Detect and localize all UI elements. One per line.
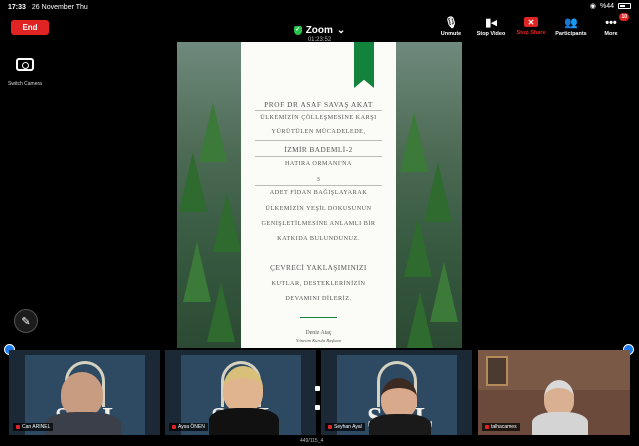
participant-face (223, 366, 263, 412)
meeting-toolbar: 🎙 Unmute ▮◂ Stop Video ✕ Stop Share 👥 Pa… (431, 13, 631, 37)
annotate-button[interactable]: ✎ (14, 309, 38, 333)
participant-tile[interactable]: talhacames (478, 350, 630, 435)
participant-name-tag: Can ARINEL (13, 423, 54, 431)
certificate-place: İZMİR BADEMLİ-2 (284, 146, 353, 154)
stop-share-label: Stop Share (516, 30, 546, 36)
participant-body (532, 412, 588, 435)
certificate-signer-title: Yönetim Kurulu Başkanı (295, 338, 342, 343)
certificate-line: ÇEVRECİ YAKLAŞIMINIZI (270, 264, 367, 272)
camera-switch-icon (16, 58, 34, 71)
strip-indicators (315, 386, 321, 424)
forest-left-image (177, 42, 243, 348)
mic-muted-icon: 🎙 (444, 17, 458, 29)
meeting-title[interactable]: ✓ Zoom ⌄ (293, 25, 346, 36)
mic-muted-icon (485, 425, 489, 429)
certificate-line: ADET FİDAN BAĞIŞLAYARAK (269, 189, 368, 196)
ribbon-icon (354, 42, 374, 88)
certificate-signer: Deniz Ataç (305, 330, 332, 336)
participant-name: Can ARINEL (22, 424, 51, 430)
status-indicators: ◉ %44 (590, 2, 631, 10)
certificate-line: ÜLKEMİZİN YEŞİL DOKUSUNUN (265, 205, 372, 212)
forest-right-image (396, 42, 462, 348)
more-badge: 10 (619, 13, 629, 21)
mic-muted-icon (328, 425, 332, 429)
certificate-line: GENİŞLETİLMESİNE ANLAMLI BİR (261, 220, 376, 227)
participant-tile[interactable]: SKL Can ARINEL (9, 350, 160, 435)
mic-muted-icon (16, 425, 20, 429)
participants-button[interactable]: 👥 Participants (551, 16, 591, 37)
switch-camera-label: Switch Camera (8, 81, 42, 87)
participant-name: Aysa ÖNEN (178, 424, 205, 430)
participant-body (369, 414, 431, 435)
footer-text: 449/115_4 (300, 438, 324, 444)
wifi-icon: ◉ (589, 3, 596, 10)
certificate-line: YÜRÜTÜLEN MÜCADELEDE, (271, 128, 366, 135)
mic-muted-icon (172, 425, 176, 429)
battery-percent: %44 (599, 2, 614, 10)
indicator-icon (315, 386, 320, 391)
switch-camera-button[interactable]: Switch Camera (6, 58, 44, 87)
more-button[interactable]: 10 ••• More (591, 13, 631, 37)
certificate-recipient: PROF DR ASAF SAVAŞ AKAT (264, 100, 373, 109)
chevron-down-icon: ⌄ (336, 25, 346, 36)
more-icon: ••• (605, 16, 617, 29)
participant-body (209, 408, 279, 435)
shield-icon: ✓ (293, 26, 302, 35)
participant-tile[interactable]: SKL Seyhan Ayal (321, 350, 472, 435)
shared-screen: PROF DR ASAF SAVAŞ AKAT ÜLKEMİZİN ÇÖLLEŞ… (177, 42, 462, 348)
stop-share-button[interactable]: ✕ Stop Share (511, 16, 551, 37)
certificate-line: KATKIDA BULUNDUNUZ. (277, 235, 360, 242)
certificate-line: KUTLAR, DESTEKLERİNİZİN (271, 280, 366, 287)
share-stop-icon: ✕ (524, 17, 538, 27)
participants-icon: 👥 (564, 17, 578, 29)
participants-label: Participants (555, 31, 587, 37)
video-icon: ▮◂ (485, 17, 497, 29)
participant-tile[interactable]: SKL Aysa ÖNEN (165, 350, 316, 435)
certificate: PROF DR ASAF SAVAŞ AKAT ÜLKEMİZİN ÇÖLLEŞ… (241, 42, 396, 348)
battery-icon (618, 3, 631, 9)
participant-face (544, 380, 574, 416)
stop-video-button[interactable]: ▮◂ Stop Video (471, 16, 511, 37)
status-time: 17:33 (8, 3, 26, 11)
participant-name-tag: talhacames (482, 423, 520, 431)
certificate-line: DEVAMINI DİLERİZ. (285, 295, 352, 302)
indicator-icon (315, 405, 320, 410)
participant-name: talhacames (491, 424, 517, 430)
unmute-label: Unmute (440, 31, 462, 37)
app-title: Zoom (305, 25, 333, 36)
unmute-button[interactable]: 🎙 Unmute (431, 16, 471, 37)
more-label: More (604, 31, 618, 37)
picture-frame (486, 356, 508, 386)
participant-face (381, 378, 417, 418)
certificate-line: ÜLKEMİZİN ÇÖLLEŞMESİNE KARŞI (260, 114, 377, 121)
certificate-count: 3 (316, 176, 321, 183)
pen-icon: ✎ (21, 315, 31, 328)
participant-name: Seyhan Ayal (334, 424, 362, 430)
participant-name-tag: Seyhan Ayal (325, 423, 365, 431)
participant-body (45, 412, 121, 435)
participant-face (61, 372, 103, 416)
stop-video-label: Stop Video (476, 31, 506, 37)
status-date: 26 November Thu (31, 3, 88, 11)
status-bar: 17:33 26 November Thu ◉ %44 (0, 0, 639, 14)
participant-name-tag: Aysa ÖNEN (169, 423, 208, 431)
certificate-forest: HATIRA ORMANI'NA (284, 160, 353, 167)
